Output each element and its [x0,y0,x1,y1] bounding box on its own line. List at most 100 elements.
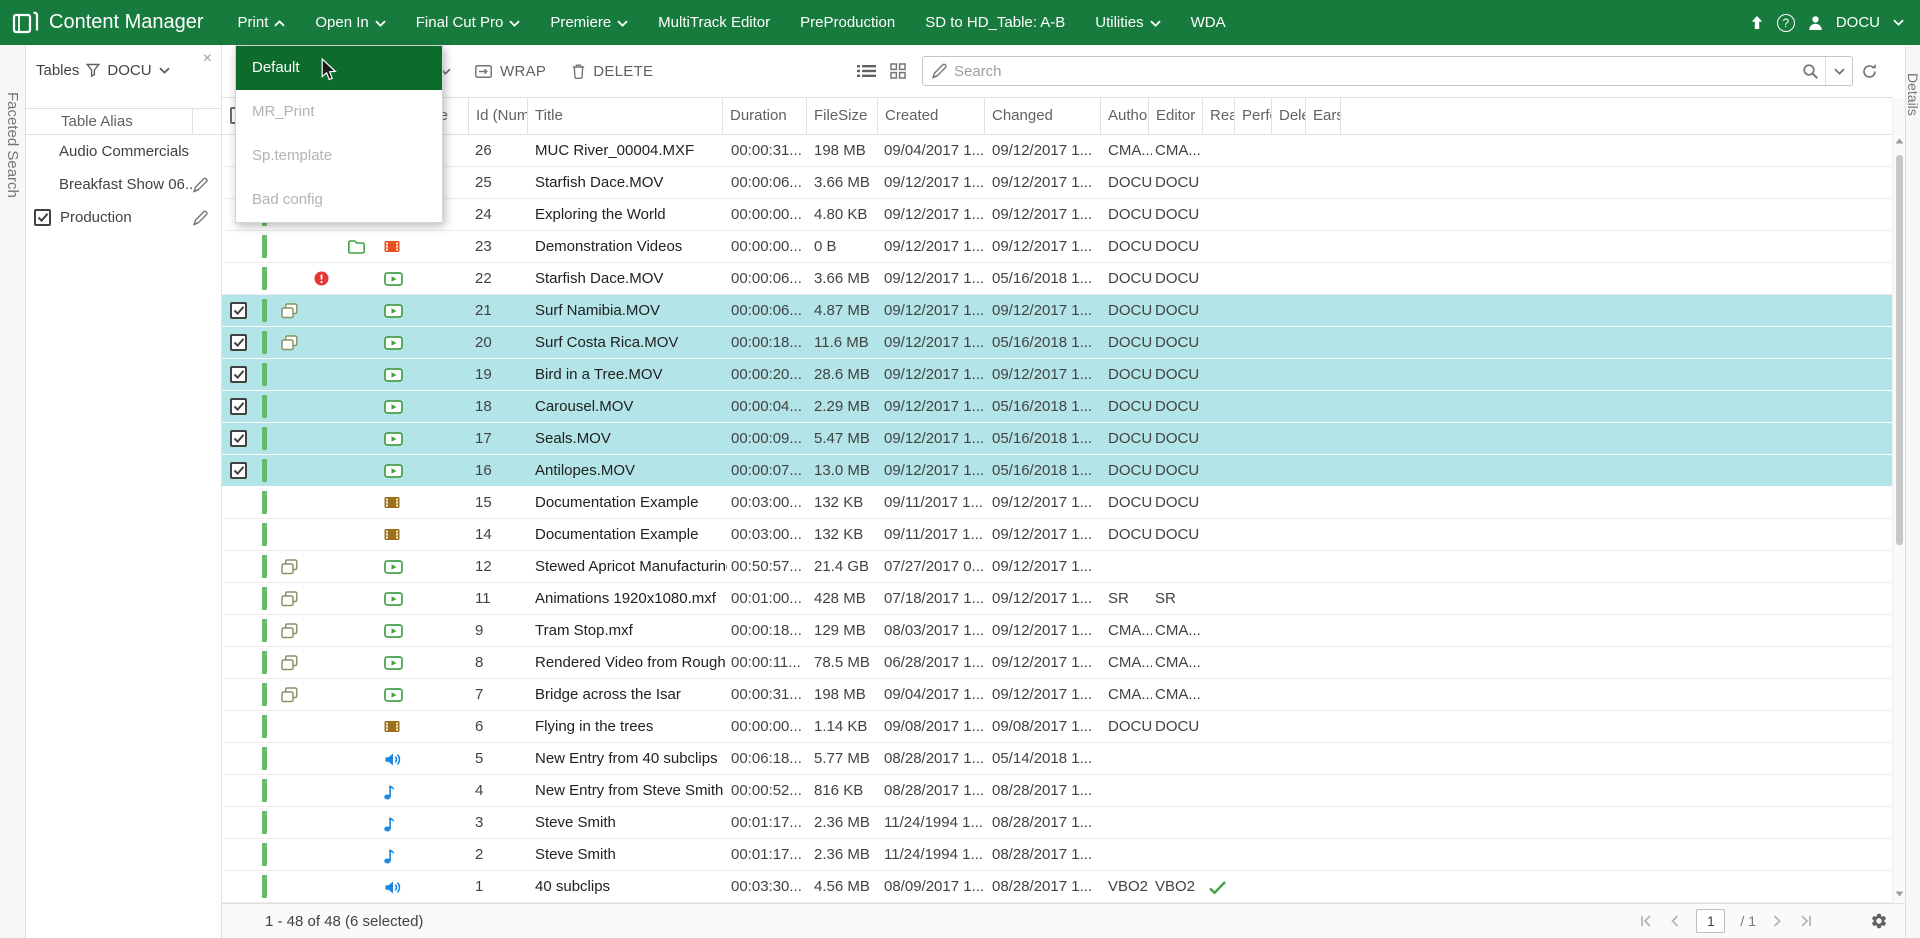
chevron-down-icon[interactable] [1893,19,1904,26]
column-header-created[interactable]: Created [877,98,984,134]
table-row[interactable]: 12Stewed Apricot Manufacturing00:50:57..… [222,551,1892,583]
column-header-id-numb[interactable]: Id (Numb [468,98,527,134]
help-icon[interactable]: ? [1777,14,1795,32]
chevron-down-icon [509,14,520,31]
menubar-item-multitrack-editor[interactable]: MultiTrack Editor [658,14,770,31]
menubar-item-final-cut-pro[interactable]: Final Cut Pro [416,14,521,31]
table-row[interactable]: 17Seals.MOV00:00:09...5.47 MB09/12/2017 … [222,423,1892,455]
page-number-input[interactable]: 1 [1696,909,1725,933]
cell-created: 09/11/2017 1... [884,519,988,550]
row-checkbox[interactable] [230,462,247,479]
cell-created: 09/08/2017 1... [884,711,988,742]
column-header-delet[interactable]: Delet [1271,98,1305,134]
table-row[interactable]: 24Exploring the World00:00:00...4.80 KB0… [222,199,1892,231]
cell-duration: 00:00:20... [731,359,811,390]
search-input[interactable] [948,63,1802,80]
grid-view-icon[interactable] [890,63,906,79]
cell-title: Carousel.MOV [535,391,727,422]
scroll-down-arrow-icon[interactable] [1895,891,1904,897]
menubar-item-utilities[interactable]: Utilities [1095,14,1160,31]
print-menu-item-bad-config[interactable]: Bad config [236,178,442,222]
row-checkbox[interactable] [230,334,247,351]
table-row[interactable]: 6Flying in the trees00:00:00...1.14 KB09… [222,711,1892,743]
scroll-up-arrow-icon[interactable] [1895,138,1904,144]
cell-editor: DOCU [1155,487,1205,518]
table-row[interactable]: 9Tram Stop.mxf00:00:18...129 MB08/03/201… [222,615,1892,647]
table-row[interactable]: 8Rendered Video from Rough...00:00:11...… [222,647,1892,679]
cell-duration: 00:01:00... [731,583,811,614]
sidebar-table-item-audio-commercials[interactable]: Audio Commercials [26,135,221,168]
sidebar-table-item-breakfast-show-06[interactable]: Breakfast Show 06... [26,168,221,201]
vertical-scrollbar[interactable] [1892,98,1905,903]
cell-created: 09/11/2017 1... [884,487,988,518]
table-row[interactable]: 21Surf Namibia.MOV00:00:06...4.87 MB09/1… [222,295,1892,327]
print-menu-item-default[interactable]: Default [236,46,442,90]
table-row[interactable]: 2Steve Smith00:01:17...2.36 MB11/24/1994… [222,839,1892,871]
table-row[interactable]: 26MUC River_00004.MXF00:00:31...198 MB09… [222,135,1892,167]
table-row[interactable]: 11Animations 1920x1080.mxf00:01:00...428… [222,583,1892,615]
column-header-author[interactable]: Author [1100,98,1148,134]
table-row[interactable]: 18Carousel.MOV00:00:04...2.29 MB09/12/20… [222,391,1892,423]
row-checkbox[interactable] [230,366,247,383]
scrollbar-thumb[interactable] [1896,155,1903,545]
filter-funnel-icon[interactable] [86,63,100,77]
column-header-title[interactable]: Title [527,98,722,134]
table-row[interactable]: 5New Entry from 40 subclips00:06:18...5.… [222,743,1892,775]
details-strip[interactable]: Details [1905,45,1920,938]
tables-filter-value[interactable]: DOCU [107,62,151,79]
row-checkbox[interactable] [230,302,247,319]
search-icon[interactable] [1802,63,1819,80]
column-header-ears[interactable]: Ears [1305,98,1340,134]
list-view-icon[interactable] [857,64,876,78]
close-icon[interactable]: × [203,50,212,68]
faceted-search-strip[interactable]: Faceted Search [0,45,26,938]
column-header-perfe[interactable]: Perfe [1234,98,1271,134]
next-page-button[interactable] [1771,914,1783,928]
menubar-item-wda[interactable]: WDA [1191,14,1226,31]
cell-created: 09/12/2017 1... [884,295,988,326]
table-row[interactable]: 20Surf Costa Rica.MOV00:00:18...11.6 MB0… [222,327,1892,359]
prev-page-button[interactable] [1669,914,1681,928]
row-checkbox[interactable] [230,430,247,447]
table-row[interactable]: 140 subclips00:03:30...4.56 MB08/09/2017… [222,871,1892,903]
print-menu-item-mr-print[interactable]: MR_Print [236,90,442,134]
approved-check-icon [1208,880,1227,895]
refresh-icon[interactable] [1861,63,1878,80]
table-row[interactable]: 25Starfish Dace.MOV00:00:06...3.66 MB09/… [222,167,1892,199]
menubar-item-premiere[interactable]: Premiere [550,14,628,31]
cell-filesize: 3.66 MB [814,263,880,294]
checkbox-checked[interactable] [34,209,51,226]
wrap-button[interactable]: WRAP [475,63,546,80]
table-row[interactable]: 23Demonstration Videos00:00:00...0 B09/1… [222,231,1892,263]
column-header-read[interactable]: Read [1202,98,1234,134]
settings-gear-icon[interactable] [1870,912,1888,930]
table-row[interactable]: 14Documentation Example00:03:00...132 KB… [222,519,1892,551]
last-page-button[interactable] [1798,914,1814,928]
column-header-changed[interactable]: Changed [984,98,1100,134]
cell-title: Antilopes.MOV [535,455,727,486]
table-row[interactable]: 7Bridge across the Isar00:00:31...198 MB… [222,679,1892,711]
column-header-editor[interactable]: Editor [1148,98,1202,134]
table-row[interactable]: 3Steve Smith00:01:17...2.36 MB11/24/1994… [222,807,1892,839]
table-row[interactable]: 22Starfish Dace.MOV00:00:06...3.66 MB09/… [222,263,1892,295]
search-options-chevron-icon[interactable] [1825,57,1852,85]
user-menu-label[interactable]: DOCU [1836,14,1880,31]
print-menu-item-sp-template[interactable]: Sp.template [236,134,442,178]
menubar-item-open-in[interactable]: Open In [315,14,385,31]
row-checkbox[interactable] [230,398,247,415]
export-up-arrow-icon[interactable] [1750,15,1764,30]
first-page-button[interactable] [1638,914,1654,928]
column-header-duration[interactable]: Duration [722,98,806,134]
table-row[interactable]: 4New Entry from Steve Smith00:00:52...81… [222,775,1892,807]
table-row[interactable]: 16Antilopes.MOV00:00:07...13.0 MB09/12/2… [222,455,1892,487]
table-row[interactable]: 19Bird in a Tree.MOV00:00:20...28.6 MB09… [222,359,1892,391]
search-wand-icon[interactable] [931,63,948,79]
table-row[interactable]: 15Documentation Example00:03:00...132 KB… [222,487,1892,519]
menubar-item-preproduction[interactable]: PreProduction [800,14,895,31]
menubar-item-sd-to-hd-table-a-b[interactable]: SD to HD_Table: A-B [925,14,1065,31]
delete-button[interactable]: DELETE [572,63,653,80]
sidebar-table-item-production[interactable]: Production [26,201,221,234]
column-header-filesize[interactable]: FileSize [806,98,877,134]
menubar-item-print[interactable]: Print [238,14,286,31]
chevron-down-icon[interactable] [159,67,170,74]
